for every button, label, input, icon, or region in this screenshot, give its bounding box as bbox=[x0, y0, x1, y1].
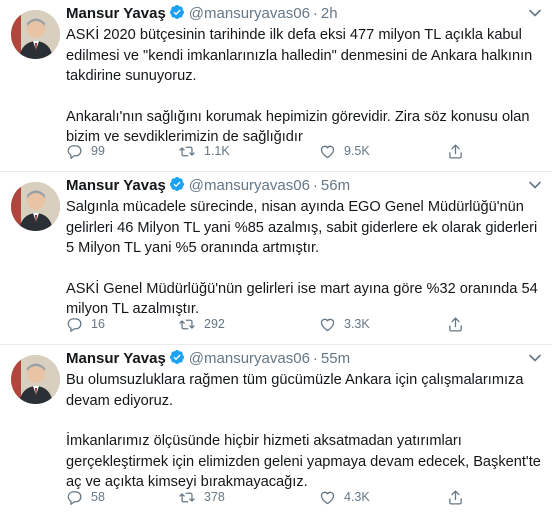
tweet-1[interactable]: Mansur Yavaş @mansuryavas06 · 2h ASKİ 2020 … bbox=[0, 0, 552, 172]
share-icon bbox=[449, 489, 462, 505]
share-button[interactable] bbox=[447, 142, 464, 160]
tweet-actions: 99 1.1K 9.5K bbox=[66, 142, 506, 160]
share-button[interactable] bbox=[447, 315, 464, 333]
author-name[interactable]: Mansur Yavaş bbox=[66, 5, 166, 22]
avatar-photo bbox=[11, 355, 60, 404]
tweet-paragraph: Bu olumsuzluklara rağmen tüm gücümüzle A… bbox=[66, 372, 524, 409]
retweet-count: 378 bbox=[204, 490, 225, 504]
tweet-text: ASKİ 2020 bütçesinin tarihinde ilk defa … bbox=[66, 25, 542, 148]
retweet-button[interactable]: 1.1K bbox=[178, 142, 230, 160]
avatar[interactable] bbox=[11, 182, 60, 231]
avatar-photo bbox=[11, 182, 60, 231]
verified-badge-icon bbox=[169, 5, 184, 19]
tweet-actions: 58 378 4.3K bbox=[66, 488, 506, 506]
like-count: 4.3K bbox=[344, 490, 370, 504]
tweet-paragraph: ASKİ 2020 bütçesinin tarihinde ilk defa … bbox=[66, 27, 533, 84]
tweet-header: Mansur Yavaş @mansuryavas06 · 2h bbox=[66, 4, 542, 24]
reply-count: 58 bbox=[91, 490, 105, 504]
like-icon bbox=[320, 318, 335, 331]
share-icon bbox=[449, 316, 462, 332]
reply-icon bbox=[67, 317, 82, 332]
retweet-icon bbox=[179, 146, 195, 156]
share-icon bbox=[449, 143, 462, 159]
chevron-down-icon[interactable] bbox=[528, 6, 542, 20]
author-handle[interactable]: @mansuryavas06 bbox=[189, 177, 310, 194]
tweet-actions: 16 292 3.3K bbox=[66, 315, 506, 333]
retweet-icon bbox=[179, 492, 195, 502]
reply-icon bbox=[67, 490, 82, 505]
retweet-count: 1.1K bbox=[204, 144, 230, 158]
author-handle[interactable]: @mansuryavas06 bbox=[189, 350, 310, 367]
chevron-down-icon[interactable] bbox=[528, 351, 542, 365]
reply-button[interactable]: 58 bbox=[66, 488, 105, 506]
reply-button[interactable]: 16 bbox=[66, 315, 105, 333]
separator-dot: · bbox=[312, 5, 318, 22]
tweet-time[interactable]: 55m bbox=[321, 350, 350, 367]
tweet-paragraph: Salgınla mücadele sürecinde, nisan ayınd… bbox=[66, 199, 538, 256]
like-icon bbox=[320, 145, 335, 158]
tweet-body: Mansur Yavaş @mansuryavas06 · 56m Salgınla … bbox=[66, 176, 542, 320]
tweet-paragraph: İmkanlarımız ölçüsünde hiçbir hizmeti ak… bbox=[66, 433, 541, 490]
like-button[interactable]: 3.3K bbox=[319, 315, 370, 333]
tweet-time[interactable]: 56m bbox=[321, 177, 350, 194]
tweet-paragraph: ASKİ Genel Müdürlüğü'nün gelirleri ise m… bbox=[66, 280, 538, 318]
avatar-photo bbox=[11, 10, 60, 59]
share-button[interactable] bbox=[447, 488, 464, 506]
author-name[interactable]: Mansur Yavaş bbox=[66, 177, 166, 194]
avatar[interactable] bbox=[11, 355, 60, 404]
verified-badge-icon bbox=[169, 177, 184, 191]
author-handle[interactable]: @mansuryavas06 bbox=[189, 5, 310, 22]
tweet-header: Mansur Yavaş @mansuryavas06 · 56m bbox=[66, 176, 542, 196]
separator-dot: · bbox=[312, 350, 318, 367]
chevron-down-icon[interactable] bbox=[528, 178, 542, 192]
reply-count: 16 bbox=[91, 317, 105, 331]
tweet-header: Mansur Yavaş @mansuryavas06 · 55m bbox=[66, 349, 542, 369]
retweet-button[interactable]: 378 bbox=[178, 488, 225, 506]
like-count: 3.3K bbox=[344, 317, 370, 331]
reply-count: 99 bbox=[91, 144, 105, 158]
tweet-2[interactable]: Mansur Yavaş @mansuryavas06 · 56m Salgınla … bbox=[0, 172, 552, 345]
like-button[interactable]: 4.3K bbox=[319, 488, 370, 506]
tweet-body: Mansur Yavaş @mansuryavas06 · 55m Bu olumsu… bbox=[66, 349, 542, 493]
timeline: Mansur Yavaş @mansuryavas06 · 2h ASKİ 2020 … bbox=[0, 0, 552, 515]
like-icon bbox=[320, 491, 335, 504]
retweet-count: 292 bbox=[204, 317, 225, 331]
reply-button[interactable]: 99 bbox=[66, 142, 105, 160]
retweet-icon bbox=[179, 319, 195, 329]
tweet-3[interactable]: Mansur Yavaş @mansuryavas06 · 55m Bu olumsu… bbox=[0, 345, 552, 515]
avatar[interactable] bbox=[11, 10, 60, 59]
author-name[interactable]: Mansur Yavaş bbox=[66, 350, 166, 367]
separator-dot: · bbox=[312, 177, 318, 194]
reply-icon bbox=[67, 144, 82, 159]
tweet-text: Bu olumsuzluklara rağmen tüm gücümüzle A… bbox=[66, 370, 542, 493]
like-button[interactable]: 9.5K bbox=[319, 142, 370, 160]
tweet-text: Salgınla mücadele sürecinde, nisan ayınd… bbox=[66, 197, 542, 320]
like-count: 9.5K bbox=[344, 144, 370, 158]
tweet-time[interactable]: 2h bbox=[321, 5, 338, 22]
verified-badge-icon bbox=[169, 350, 184, 364]
retweet-button[interactable]: 292 bbox=[178, 315, 225, 333]
tweet-body: Mansur Yavaş @mansuryavas06 · 2h ASKİ 2020 … bbox=[66, 4, 542, 148]
